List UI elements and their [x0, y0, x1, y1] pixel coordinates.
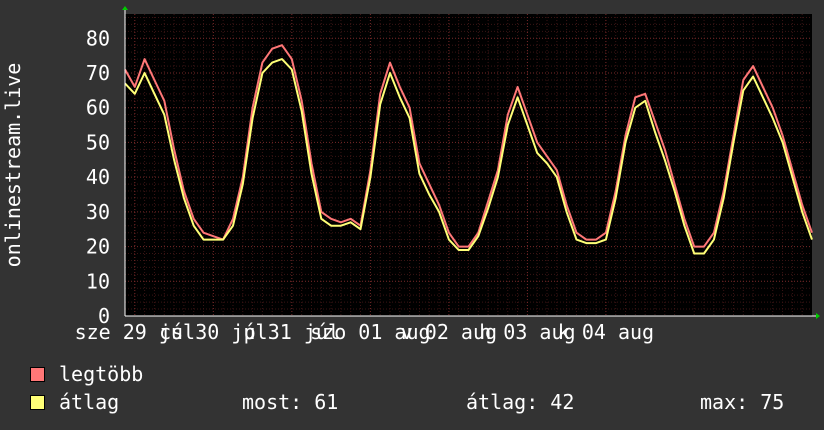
y-tick-labels: 01020304050607080 — [86, 26, 110, 328]
y-tick-label: 70 — [86, 61, 110, 85]
legend-swatch-avg — [30, 394, 45, 410]
y-tick-label: 10 — [86, 269, 110, 293]
stat-current: most: 61 — [242, 390, 339, 414]
y-tick-label: 50 — [86, 130, 110, 154]
legend-item-max: legtöbb — [30, 362, 143, 386]
legend-label-max: legtöbb — [59, 362, 144, 386]
x-tick-labels: sze 29 júlcs 30 júlp 31 júlszo 01 augv 0… — [75, 320, 654, 344]
stat-average: átlag: 42 — [466, 390, 575, 414]
y-tick-label: 80 — [86, 26, 110, 50]
y-tick-label: 60 — [86, 96, 110, 120]
y-tick-label: 20 — [86, 235, 110, 259]
y-tick-label: 40 — [86, 165, 110, 189]
y-axis-arrow-icon — [122, 6, 128, 10]
legend-swatch-max — [30, 366, 45, 382]
x-tick-label: k 04 aug — [558, 320, 654, 344]
legend-item-avg: átlag — [30, 390, 119, 414]
legend-label-avg: átlag — [59, 390, 120, 414]
x-axis-arrow-icon — [816, 313, 820, 319]
y-axis-label: onlinestream.live — [1, 63, 25, 268]
stat-max: max: 75 — [700, 390, 785, 414]
line-chart: 01020304050607080 sze 29 júlcs 30 júlp 3… — [1, 6, 820, 344]
y-tick-label: 30 — [86, 200, 110, 224]
